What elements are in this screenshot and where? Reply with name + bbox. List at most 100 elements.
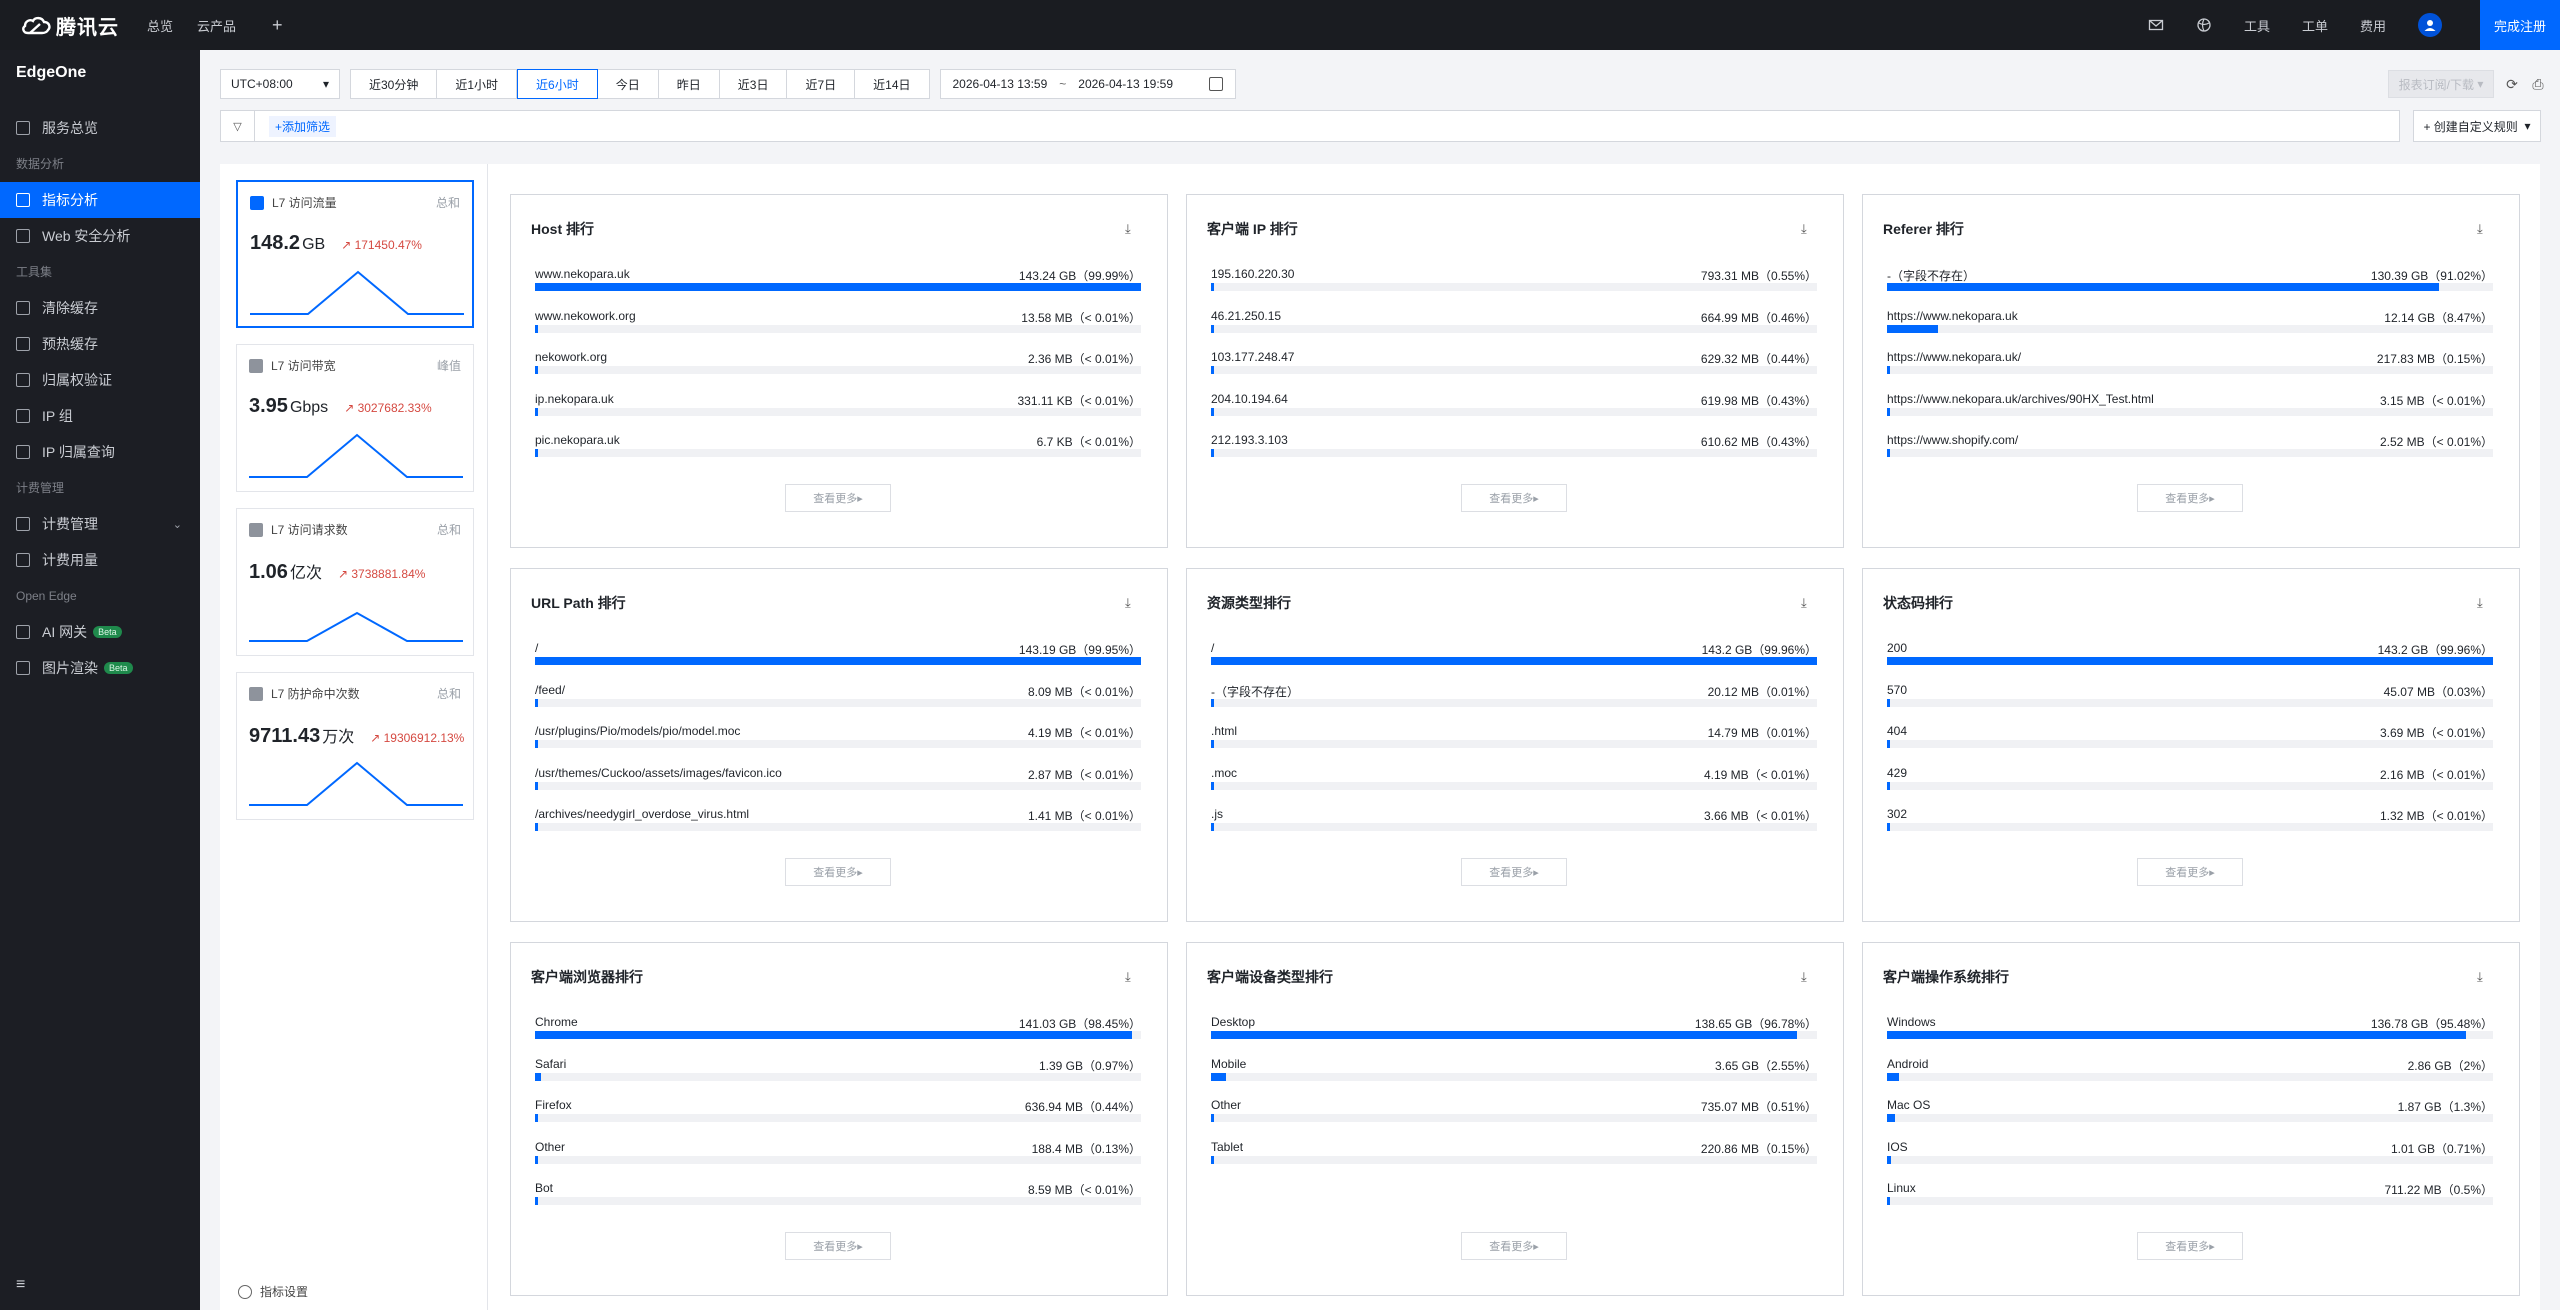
ranking-bar-track [535,1114,1141,1122]
caret-right-icon: ▸ [1533,492,1539,505]
mail-icon[interactable] [2148,17,2164,33]
ranking-bar-fill [535,449,538,457]
sidebar-item[interactable]: 预热缓存 [0,326,200,362]
ranking-bar-fill [1887,1031,2466,1039]
report-subscribe-button[interactable]: 报表订阅/下载 ▾ [2388,70,2494,98]
time-range-tab[interactable]: 近1小时 [437,69,518,99]
time-range-tab[interactable]: 近7日 [787,69,856,99]
ranking-label: www.nekopara.uk [535,267,630,281]
metric-card[interactable]: L7 访问请求数 总和 1.06 亿次 ↗ 3738881.84% [236,508,474,656]
download-icon[interactable]: ⤓ [1801,969,1815,984]
add-shortcut-icon[interactable]: + [272,15,283,36]
ranking-bar-track [535,657,1141,665]
print-icon[interactable]: ⎙ [2530,76,2546,92]
view-more-button[interactable]: 查看更多 ▸ [2137,484,2243,512]
metric-title: L7 访问流量 [272,196,337,210]
download-icon[interactable]: ⤓ [1125,221,1139,236]
view-more-label: 查看更多 [813,493,858,505]
ranking-panel: 客户端 IP 排行 ⤓ 195.160.220.30 793.31 MB（0.55%）… [1186,194,1844,548]
sidebar-item[interactable]: 清除缓存 [0,290,200,326]
sidebar-item[interactable]: 计费管理 ⌄ [0,506,200,542]
download-icon[interactable]: ⤓ [1125,595,1139,610]
nav-overview[interactable]: 总览 [147,16,173,35]
sidebar-item[interactable]: 图片渲染 Beta [0,650,200,686]
sidebar-item[interactable]: IP 组 [0,398,200,434]
metric-card[interactable]: L7 访问流量 总和 148.2 GB ↗ 171450.47% [236,180,474,328]
chevron-down-icon: ▾ [322,77,329,91]
time-range-tab[interactable]: 今日 [597,69,659,99]
timezone-select[interactable]: UTC+08:00 ▾ [220,69,340,99]
caret-right-icon: ▸ [2209,1240,2215,1253]
view-more-button[interactable]: 查看更多 ▸ [1461,484,1567,512]
view-more-button[interactable]: 查看更多 ▸ [2137,858,2243,886]
sidebar-item-label: IP 组 [42,408,73,424]
collapse-sidebar-icon[interactable]: ≡ [16,1276,25,1294]
download-icon[interactable]: ⤓ [2477,595,2491,610]
sidebar-item[interactable]: AI 网关 Beta [0,614,200,650]
prefetch-icon [16,337,30,351]
ranking-value: 735.07 MB（0.51%） [1700,1100,1817,1114]
refresh-icon[interactable]: ⟳ [2504,76,2520,92]
time-range-tab[interactable]: 近3日 [719,69,788,99]
view-more-button[interactable]: 查看更多 ▸ [1461,1232,1567,1260]
sidebar-item[interactable]: 指标分析 [0,182,200,218]
ranking-bar-fill [1211,407,1214,416]
download-icon[interactable]: ⤓ [2477,221,2491,236]
user-avatar-icon[interactable] [2418,13,2442,37]
ranking-value: 8.59 MB（< 0.01%） [1027,1183,1141,1197]
globe-icon[interactable] [2196,17,2212,33]
ranking-row: Firefox 636.94 MB（0.44%） [535,1098,1141,1140]
nav-products[interactable]: 云产品 [197,16,236,35]
ranking-bar-track [1887,449,2493,457]
sidebar-item[interactable]: IP 归属查询 [0,434,200,470]
metric-card[interactable]: L7 访问带宽 峰值 3.95 Gbps ↗ 3027682.33% [236,344,474,492]
sidebar-item[interactable]: 计费用量 [0,542,200,578]
ranking-bar-track [1211,324,1817,333]
ranking-bar-track [535,823,1141,831]
nav-billing[interactable]: 费用 [2360,16,2386,35]
view-more-button[interactable]: 查看更多 ▸ [1461,858,1567,886]
ranking-value: 636.94 MB（0.44%） [1024,1100,1141,1114]
ranking-list: www.nekopara.uk 143.24 GB（99.99%） www.neko… [535,267,1141,475]
time-range-tab[interactable]: 近30分钟 [350,69,438,99]
sidebar-item[interactable]: 服务总览 [0,110,200,146]
view-more-label: 查看更多 [813,1241,858,1253]
ranking-label: 200 [1887,641,1908,655]
sidebar-item[interactable]: Web 安全分析 [0,218,200,254]
ranking-label: 429 [1887,765,1908,780]
ranking-label: Chrome [535,1015,578,1029]
view-more-button[interactable]: 查看更多 ▸ [785,484,891,512]
view-more-button[interactable]: 查看更多 ▸ [785,1232,891,1260]
create-custom-rule-button[interactable]: + 创建自定义规则 ▾ [2413,110,2541,142]
view-more-button[interactable]: 查看更多 ▸ [785,858,891,886]
time-range-tab[interactable]: 近6小时 [517,69,598,99]
download-icon[interactable]: ⤓ [2477,969,2491,984]
metric-card[interactable]: L7 防护命中次数 总和 9711.43 万次 ↗ 19306912.13% [236,672,474,820]
download-icon[interactable]: ⤓ [1125,969,1139,984]
metric-card-header: L7 防护命中次数 [249,685,360,702]
download-icon[interactable]: ⤓ [1801,221,1815,236]
nav-tools[interactable]: 工具 [2244,16,2270,35]
add-filter-button[interactable]: +添加筛选 [269,115,337,137]
trend-up-icon: ↗ [337,567,352,581]
time-range-tab[interactable]: 近14日 [855,69,930,99]
brand-logo[interactable]: 腾讯云 [20,0,119,50]
time-range-tab[interactable]: 昨日 [658,69,720,99]
ranking-value: 1.39 GB（0.97%） [1038,1058,1141,1073]
view-more-button[interactable]: 查看更多 ▸ [2137,1232,2243,1260]
top-bar: 腾讯云 总览 云产品 + 工具 工单 费用 完成注册 [0,0,2560,50]
date-range-picker[interactable]: 2026-04-13 13:59 ~ 2026-04-13 19:59 [939,69,1236,99]
metric-card-header: L7 访问带宽 [249,357,336,374]
ranking-list: -（字段不存在） 130.39 GB（91.02%） https://www.nek… [1887,267,2493,475]
metric-settings-button[interactable]: 指标设置 [238,1283,308,1300]
sidebar-item[interactable]: 归属权验证 [0,362,200,398]
complete-registration-button[interactable]: 完成注册 [2480,0,2560,50]
nav-tickets[interactable]: 工单 [2302,16,2328,35]
filter-icon[interactable]: ▽ [221,111,255,141]
ranking-label: 212.193.3.103 [1211,433,1288,447]
ranking-value: 217.83 MB（0.15%） [2376,352,2493,366]
view-more-label: 查看更多 [1489,493,1534,505]
download-icon[interactable]: ⤓ [1801,595,1815,610]
metric-icon [249,522,263,537]
metric-change: ↗ 19306912.13% [370,731,464,745]
